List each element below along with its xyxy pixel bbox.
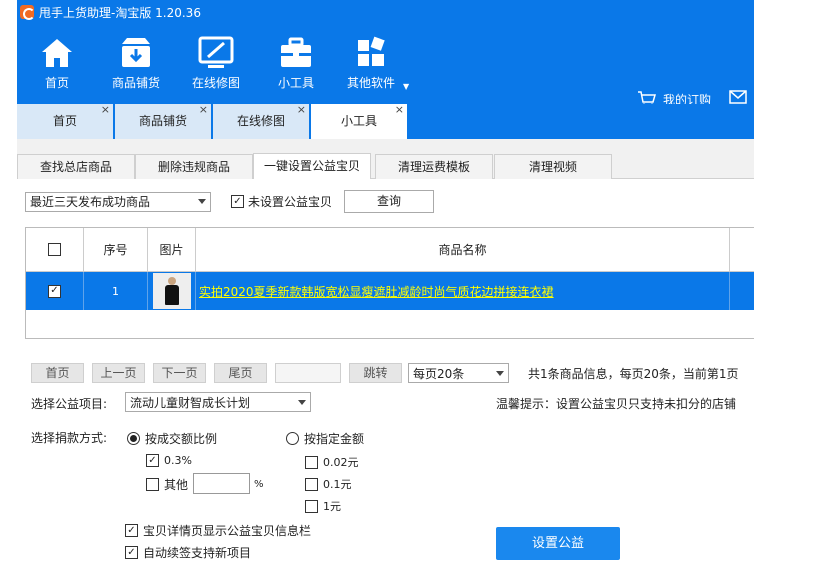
unset-charity-checkbox[interactable]: ✓ [231, 195, 244, 208]
select-all-checkbox[interactable] [48, 243, 61, 256]
subtab-clean-videos[interactable]: 清理视频 [494, 154, 612, 179]
auto-renew-option[interactable]: ✓ 自动续签支持新项目 [125, 544, 251, 561]
toolbar-product-listing-button[interactable]: 商品铺货 [98, 34, 174, 91]
time-range-select[interactable]: 最近三天发布成功商品 [25, 191, 211, 212]
toolbar-home-button[interactable]: 首页 [19, 34, 95, 91]
amount-option-1[interactable]: 1元 [305, 498, 341, 514]
amount-0-1-checkbox[interactable] [305, 477, 318, 491]
box-icon [98, 34, 174, 72]
ratio-other-checkbox[interactable] [146, 478, 159, 491]
app-window: 甩手上货助理-淘宝版 1.20.36 首页 商品铺货 在线修图 小工具 其他软件… [17, 0, 754, 565]
charity-project-select[interactable]: 流动儿童财智成长计划 [125, 392, 311, 412]
product-table: 序号 图片 商品名称 ✓ 1 实拍2020夏季新款韩版宽松显瘦遮肚减龄时尚气质花… [25, 227, 754, 339]
doc-tab-tools[interactable]: 小工具 × [311, 103, 408, 139]
table-row[interactable]: ✓ 1 实拍2020夏季新款韩版宽松显瘦遮肚减龄时尚气质花边拼接连衣裙 [26, 272, 754, 310]
row-index: 1 [84, 272, 148, 310]
column-header-extra [730, 228, 754, 271]
apps-icon [333, 34, 409, 72]
image-edit-icon [178, 34, 254, 72]
row-extra-cell [730, 272, 754, 310]
doc-tab-online-edit[interactable]: 在线修图 × [213, 103, 310, 139]
chevron-down-icon[interactable]: ▼ [403, 82, 409, 91]
by-amount-option[interactable]: 按指定金额 [286, 430, 364, 447]
unset-charity-label: 未设置公益宝贝 [248, 195, 333, 209]
row-image-cell [148, 272, 196, 310]
ratio-0-3-checkbox[interactable]: ✓ [146, 454, 159, 467]
jump-button[interactable]: 跳转 [349, 363, 402, 383]
subtab-delete-violations[interactable]: 删除违规商品 [135, 154, 253, 179]
chevron-down-icon [198, 199, 206, 204]
row-select-cell: ✓ [26, 272, 84, 310]
show-info-checkbox[interactable]: ✓ [125, 524, 138, 537]
method-label: 选择捐款方式: [31, 431, 108, 445]
query-button[interactable]: 查询 [344, 190, 435, 213]
filter-row: 最近三天发布成功商品 ✓ 未设置公益宝贝 查询 [25, 190, 435, 213]
page-number-input[interactable] [275, 363, 341, 383]
product-name-link[interactable]: 实拍2020夏季新款韩版宽松显瘦遮肚减龄时尚气质花边拼接连衣裙 [196, 272, 730, 310]
doc-tab-home[interactable]: 首页 × [17, 103, 114, 139]
table-header: 序号 图片 商品名称 [26, 228, 754, 272]
close-icon[interactable]: × [199, 92, 208, 127]
amount-option-0-02[interactable]: 0.02元 [305, 454, 359, 470]
first-page-button[interactable]: 首页 [31, 363, 84, 383]
by-amount-radio[interactable] [286, 432, 299, 445]
toolbar-online-edit-button[interactable]: 在线修图 [178, 34, 254, 91]
chevron-down-icon [496, 370, 504, 376]
select-all-cell [26, 228, 84, 271]
column-header-index[interactable]: 序号 [84, 228, 148, 271]
amount-option-0-1[interactable]: 0.1元 [305, 476, 352, 492]
other-ratio-input[interactable] [193, 473, 250, 494]
close-icon[interactable]: × [297, 92, 306, 127]
toolbar-tools-button[interactable]: 小工具 [258, 34, 334, 91]
subtab-find-store-products[interactable]: 查找总店商品 [17, 154, 135, 179]
tool-subtabs: 查找总店商品 删除违规商品 一键设置公益宝贝 清理运费模板 清理视频 [17, 150, 754, 179]
percent-sign: % [254, 479, 264, 490]
home-icon [19, 34, 95, 72]
product-thumbnail[interactable] [152, 273, 191, 309]
amount-1-checkbox[interactable] [305, 499, 318, 513]
tab-spacer [17, 139, 754, 150]
page-size-select[interactable]: 每页20条 [408, 363, 509, 383]
toolbox-icon [258, 34, 334, 72]
toolbar-other-software-button[interactable]: 其他软件 [333, 34, 409, 91]
by-ratio-radio[interactable] [127, 432, 140, 445]
ratio-option-0-3[interactable]: ✓ 0.3% [146, 454, 192, 467]
close-icon[interactable]: × [395, 92, 404, 127]
subtab-charity-setup[interactable]: 一键设置公益宝贝 [253, 153, 371, 179]
prev-page-button[interactable]: 上一页 [92, 363, 145, 383]
main-toolbar: 首页 商品铺货 在线修图 小工具 其他软件 ▼ 我的订购 [17, 24, 754, 107]
row-checkbox[interactable]: ✓ [48, 284, 61, 298]
amount-0-02-checkbox[interactable] [305, 455, 318, 469]
column-header-image[interactable]: 图片 [148, 228, 196, 271]
chevron-down-icon [298, 399, 306, 405]
column-header-name[interactable]: 商品名称 [196, 228, 730, 271]
app-logo-icon [20, 5, 35, 20]
pagination: 首页 上一页 下一页 尾页 跳转 每页20条 共1条商品信息，每页20条，当前第… [31, 363, 739, 383]
project-label: 选择公益项目: [31, 397, 108, 411]
subtab-clean-freight-templates[interactable]: 清理运费模板 [375, 154, 493, 179]
close-icon[interactable]: × [101, 92, 110, 127]
title-bar: 甩手上货助理-淘宝版 1.20.36 [17, 0, 754, 24]
last-page-button[interactable]: 尾页 [214, 363, 267, 383]
tip-text: 温馨提示：设置公益宝贝只支持未扣分的店铺 [496, 397, 737, 411]
window-title: 甩手上货助理-淘宝版 1.20.36 [39, 5, 201, 20]
auto-renew-checkbox[interactable]: ✓ [125, 546, 138, 559]
pager-summary: 共1条商品信息，每页20条，当前第1页 [528, 366, 739, 381]
doc-tab-product-listing[interactable]: 商品铺货 × [115, 103, 212, 139]
background-right [754, 0, 831, 570]
next-page-button[interactable]: 下一页 [153, 363, 206, 383]
by-ratio-option[interactable]: 按成交额比例 [127, 430, 217, 447]
document-tabs: 首页 × 商品铺货 × 在线修图 × 小工具 × [17, 103, 754, 139]
set-charity-button[interactable]: 设置公益 [496, 527, 620, 560]
ratio-option-other[interactable]: 其他 [146, 476, 188, 493]
show-info-option[interactable]: ✓ 宝贝详情页显示公益宝贝信息栏 [125, 522, 311, 539]
